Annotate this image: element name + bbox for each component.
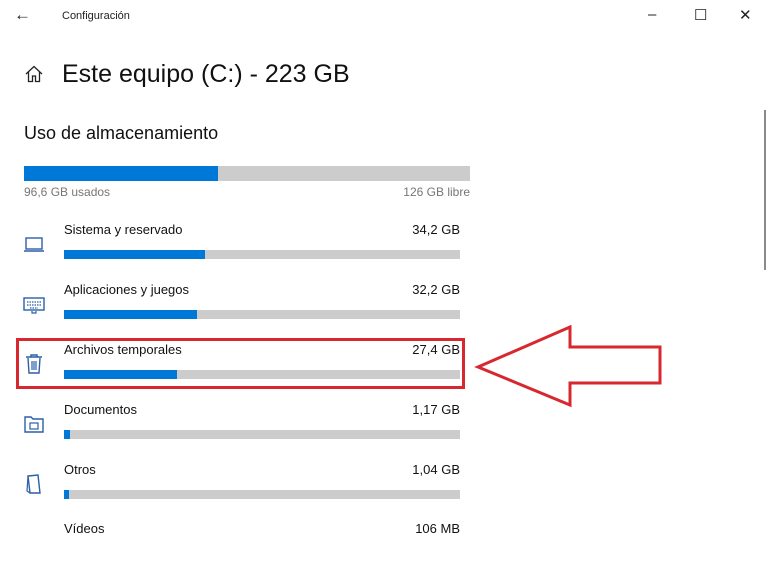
category-size: 1,17 GB: [412, 402, 460, 417]
document-icon: [26, 474, 41, 494]
category-name: Sistema y reservado: [64, 222, 183, 237]
page-header: Este equipo (C:) - 223 GB: [24, 56, 350, 92]
category-system[interactable]: Sistema y reservado 34,2 GB: [0, 222, 480, 282]
category-bar: [64, 250, 460, 259]
annotation-arrow-icon: [474, 325, 662, 408]
maximize-button[interactable]: ☐: [694, 6, 707, 24]
category-apps[interactable]: Aplicaciones y juegos 32,2 GB: [0, 282, 480, 342]
category-size: 106 MB: [415, 521, 460, 536]
category-bar-fill: [64, 430, 70, 439]
free-label: 126 GB libre: [403, 185, 470, 199]
category-size: 1,04 GB: [412, 462, 460, 477]
minimize-button[interactable]: –: [648, 6, 656, 23]
highlight-annotation-box: [16, 338, 465, 389]
category-bar: [64, 430, 460, 439]
home-icon: [25, 65, 43, 83]
category-bar-fill: [64, 490, 70, 499]
category-bar-fill: [64, 250, 205, 259]
scrollbar[interactable]: [764, 110, 766, 270]
app-title: Configuración: [62, 10, 130, 22]
category-name: Documentos: [64, 402, 137, 417]
category-other[interactable]: Otros 1,04 GB: [0, 462, 480, 522]
section-title: Uso de almacenamiento: [24, 123, 219, 143]
category-name: Aplicaciones y juegos: [64, 282, 190, 297]
category-bar: [64, 310, 460, 319]
total-usage-fill: [24, 166, 218, 181]
category-name: Otros: [64, 462, 96, 477]
category-bar: [64, 490, 460, 499]
category-name: Vídeos: [64, 521, 105, 536]
folder-icon: [24, 416, 44, 433]
close-button[interactable]: ✕: [739, 6, 752, 24]
category-size: 34,2 GB: [412, 222, 460, 237]
category-videos[interactable]: Vídeos 106 MB: [0, 521, 480, 581]
category-size: 32,2 GB: [412, 282, 460, 297]
title-bar: ← Configuración – ☐ ✕: [0, 0, 768, 32]
used-label: 96,6 GB usados: [24, 185, 111, 199]
page-title: Este equipo (C:) - 223 GB: [62, 59, 350, 88]
total-usage-bar: [24, 166, 470, 181]
laptop-icon: [24, 237, 44, 252]
back-arrow-icon[interactable]: ←: [14, 5, 31, 25]
category-documents[interactable]: Documentos 1,17 GB: [0, 402, 480, 462]
category-bar-fill: [64, 310, 197, 319]
keyboard-icon: [23, 297, 45, 314]
